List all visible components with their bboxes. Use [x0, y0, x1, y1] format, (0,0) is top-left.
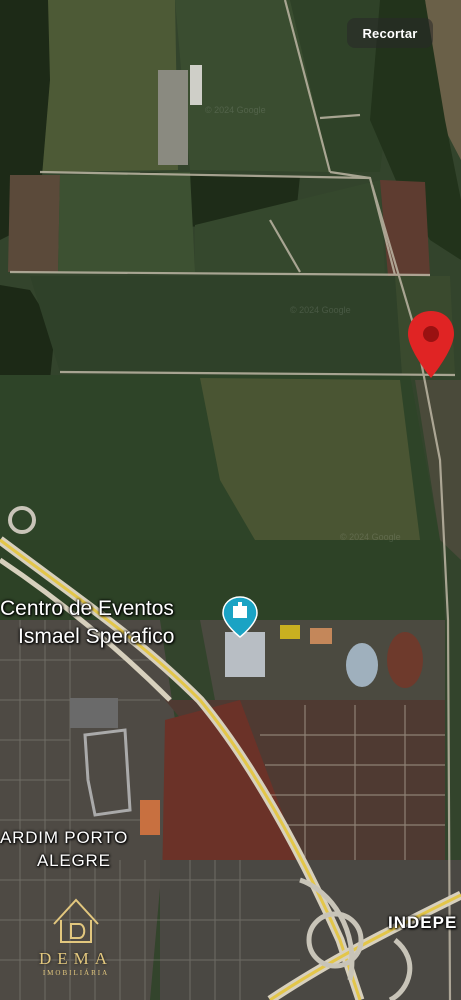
road-label: INDEPE [388, 913, 458, 932]
neighborhood-label-line1: ARDIM PORTO [0, 828, 129, 847]
poi-label-line1[interactable]: Centro de Eventos [0, 597, 174, 621]
watermark: DEMA IMOBILIÁRIA [20, 895, 132, 995]
satellite-map[interactable] [0, 0, 461, 1000]
arena [387, 632, 423, 688]
building [310, 628, 332, 644]
building [346, 643, 378, 687]
field [40, 0, 178, 172]
farm-buildings [158, 70, 188, 165]
field [30, 276, 402, 375]
building [225, 632, 265, 677]
imagery-credit: © 2024 Google [290, 305, 351, 315]
neighborhood-label-line2: ALEGRE [37, 851, 111, 870]
poi-label-line2[interactable]: Ismael Sperafico [18, 625, 174, 649]
crop-button[interactable]: Recortar [347, 18, 433, 48]
field [58, 172, 195, 272]
field [380, 180, 430, 276]
field [8, 175, 60, 272]
farm-buildings [190, 65, 202, 105]
watermark-tagline: IMOBILIÁRIA [42, 969, 110, 977]
imagery-credit: © 2024 Google [340, 532, 401, 542]
building [140, 800, 160, 835]
imagery-credit: © 2024 Google [205, 105, 266, 115]
building [280, 625, 300, 639]
watermark-brand: DEMA [38, 949, 114, 968]
building [70, 698, 118, 728]
